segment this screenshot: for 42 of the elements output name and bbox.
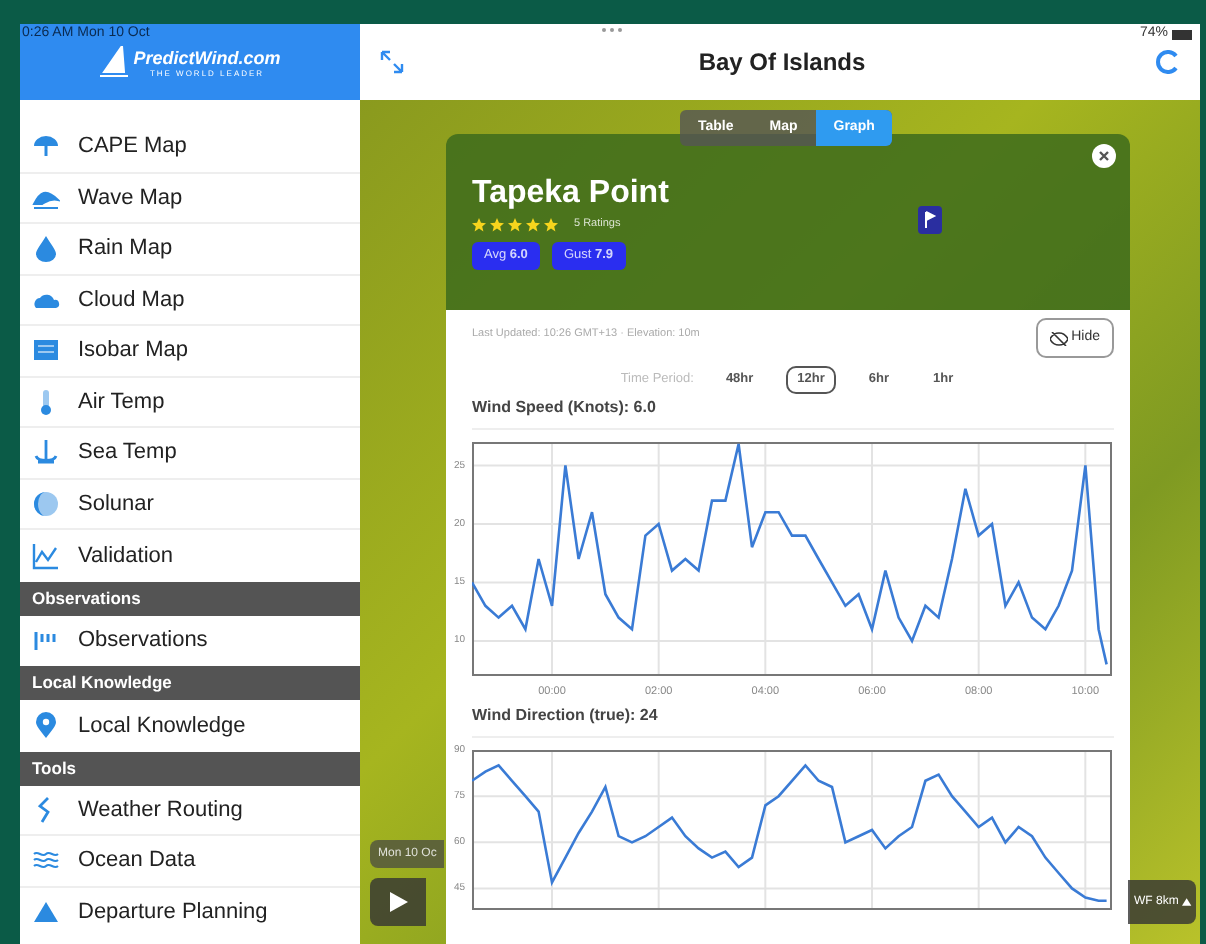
star-icon: [472, 217, 486, 232]
flag-marker-icon: [918, 206, 942, 234]
triangle-icon: [32, 898, 60, 927]
sail-logo-icon: [99, 46, 128, 78]
star-icon: [526, 217, 540, 232]
expand-icon: [380, 50, 404, 74]
play-icon: [389, 892, 407, 912]
play-button[interactable]: [370, 878, 426, 926]
line-chart-icon: [32, 541, 60, 570]
menu-item[interactable]: Solunar: [20, 479, 360, 530]
menu-item[interactable]: Departure Planning: [20, 887, 360, 938]
eye-slash-icon: [1049, 331, 1068, 345]
menu-item[interactable]: Isobar Map: [20, 326, 360, 377]
grid-map-icon: [32, 336, 60, 365]
more-dots-icon: [600, 26, 624, 34]
bar-markers-icon: [32, 626, 60, 655]
menu-item[interactable]: Rain Map: [20, 224, 360, 275]
close-icon: [1098, 150, 1110, 162]
chart-title: Wind Direction (true): 24: [472, 704, 1114, 738]
caret-up-icon: [1182, 898, 1192, 906]
moon-icon: [32, 489, 60, 518]
drop-icon: [32, 234, 60, 263]
section-heading: Observations: [20, 581, 360, 615]
station-name: Tapeka Point: [472, 174, 671, 214]
section-heading: Tools: [20, 751, 360, 785]
star-icon: [490, 217, 504, 232]
refresh-icon: [1156, 50, 1180, 74]
menu-item[interactable]: Validation: [20, 530, 360, 581]
location-pin-icon: [32, 711, 60, 740]
star-icon: [544, 217, 558, 232]
menu-item[interactable]: Local Knowledge: [20, 700, 360, 751]
anchor-icon: [32, 438, 60, 467]
chart-title: Wind Speed (Knots): 6.0: [472, 396, 1114, 430]
star-icon: [508, 217, 522, 232]
expand-button[interactable]: [380, 48, 408, 76]
menu-item[interactable]: Observations: [20, 615, 360, 666]
section-heading: Local Knowledge: [20, 666, 360, 700]
logo-text: PredictWind.com: [133, 47, 281, 67]
umbrella-icon: [32, 132, 60, 161]
battery-icon: [1172, 29, 1192, 40]
window-title: Bay Of Islands: [698, 46, 866, 80]
close-button[interactable]: [1092, 144, 1116, 168]
